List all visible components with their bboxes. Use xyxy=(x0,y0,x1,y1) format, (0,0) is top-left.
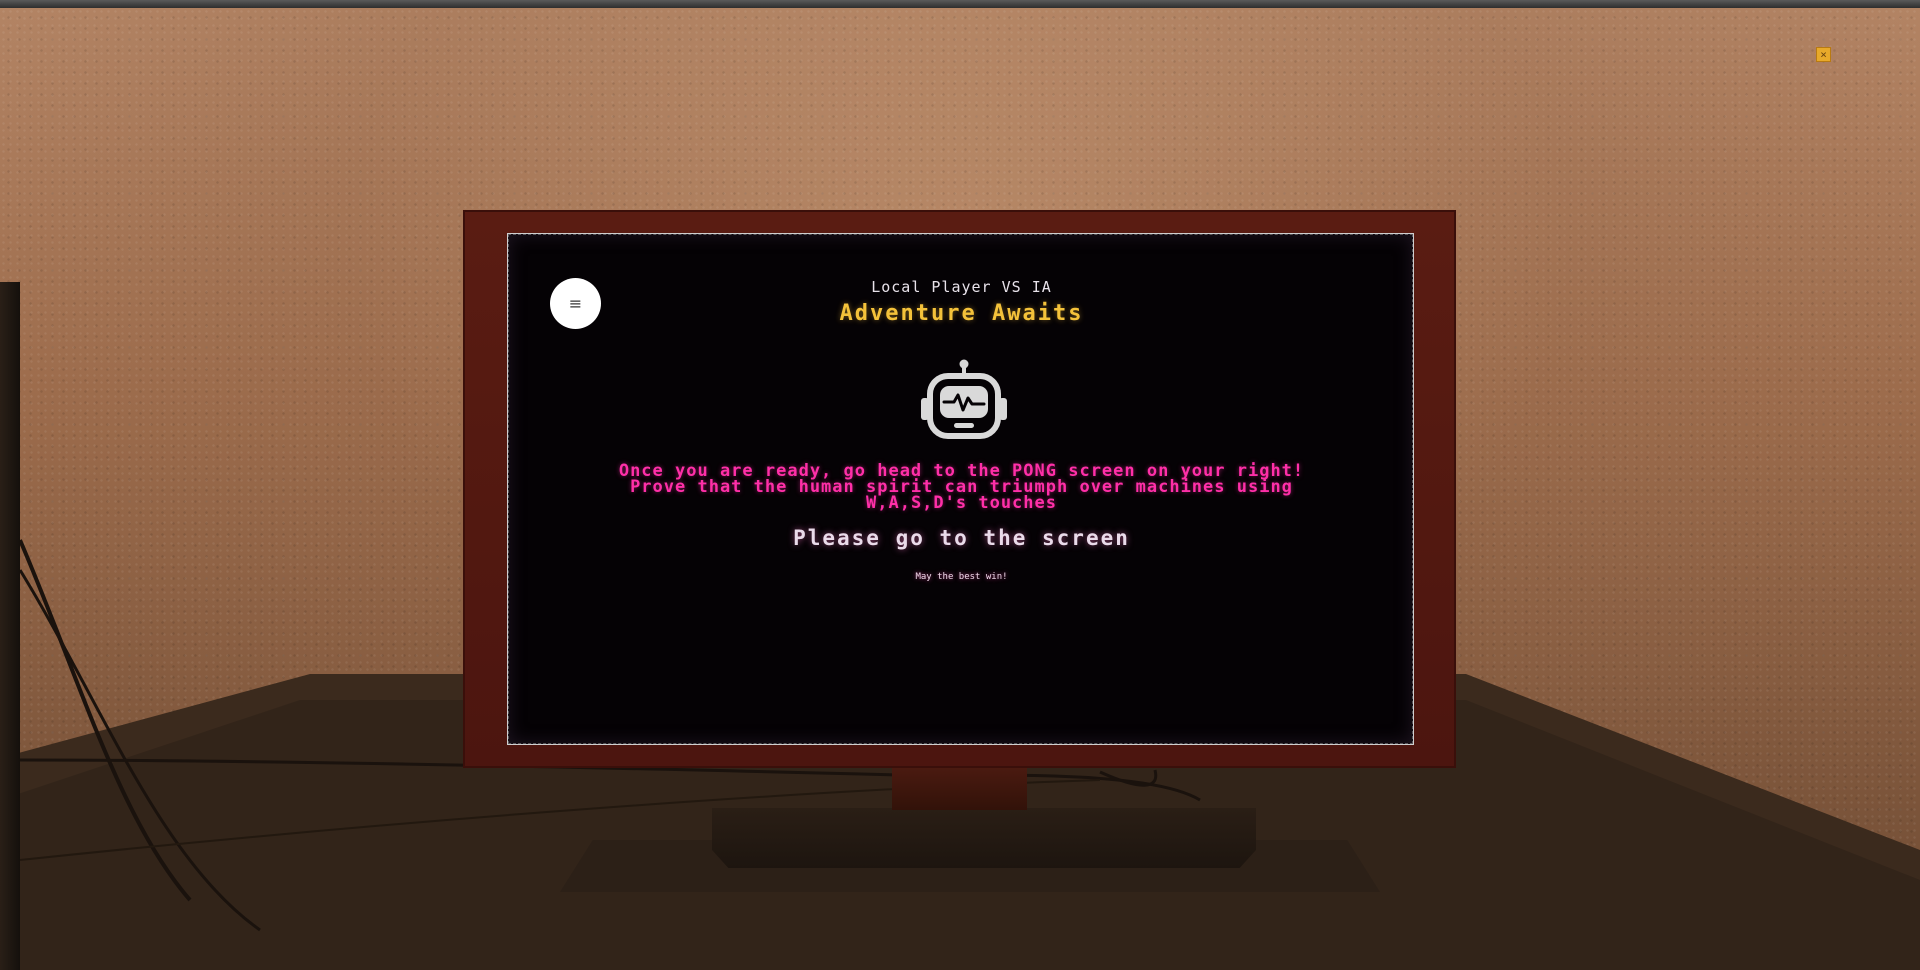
close-icon: × xyxy=(1820,48,1827,61)
robot-head-icon xyxy=(921,359,1007,439)
close-button[interactable]: × xyxy=(1816,47,1831,62)
shelf-post xyxy=(0,282,20,970)
instructions-line: W,A,S,D's touches xyxy=(866,493,1057,513)
screen-title: Adventure Awaits xyxy=(839,301,1084,326)
good-luck-text: May the best win! xyxy=(915,572,1008,582)
monitor-screen: ≡ Local Player VS IA Adventure Awaits On… xyxy=(507,233,1414,745)
go-to-screen-prompt: Please go to the screen xyxy=(793,526,1130,550)
game-mode-label: Local Player VS IA xyxy=(871,278,1052,296)
game-scene: × ≡ Local Player VS IA Adventure Awaits … xyxy=(0,0,1920,970)
instructions-text: Once you are ready, go head to the PONG … xyxy=(548,463,1375,513)
monitor-stand-neck xyxy=(892,768,1027,810)
monitor-stand-base xyxy=(712,808,1256,868)
